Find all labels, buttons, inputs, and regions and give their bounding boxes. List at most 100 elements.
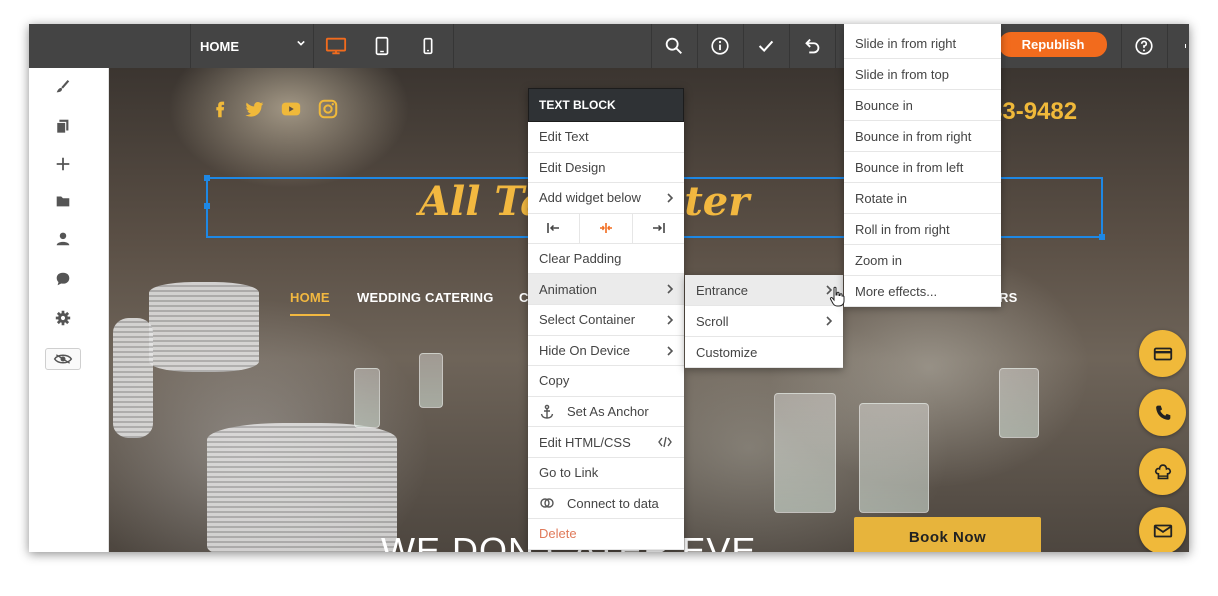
folder-icon <box>56 196 70 207</box>
menu-item-label: Select Container <box>539 312 636 328</box>
code-icon <box>658 437 672 448</box>
desktop-icon <box>325 37 347 55</box>
card-icon <box>1153 347 1172 360</box>
animation-submenu: Entrance Scroll Customize <box>685 275 843 368</box>
email-fab[interactable] <box>1139 507 1186 552</box>
effect-more-effects[interactable]: More effects... <box>844 276 1001 307</box>
submenu-item-entrance[interactable]: Entrance <box>685 275 843 306</box>
facebook-icon <box>216 101 225 118</box>
menu-item-label: Edit HTML/CSS <box>539 434 631 450</box>
instagram-icon <box>318 99 338 119</box>
menu-item-clear-padding[interactable]: Clear Padding <box>528 244 684 275</box>
menu-item-animation[interactable]: Animation <box>528 274 684 305</box>
settings-icon <box>55 310 71 326</box>
users-button[interactable] <box>53 229 73 249</box>
effect-slide-in-from-top[interactable]: Slide in from top <box>844 59 1001 90</box>
menu-item-edit-html-css[interactable]: Edit HTML/CSS <box>528 427 684 458</box>
top-toolbar: HOME Republish <box>29 24 1189 68</box>
settings-button[interactable] <box>53 308 73 328</box>
info-icon <box>711 37 729 55</box>
chat-icon <box>56 272 70 286</box>
hand-cursor-icon <box>829 286 845 307</box>
twitter-icon <box>245 101 264 117</box>
content-library-button[interactable] <box>53 191 73 211</box>
menu-item-edit-text[interactable]: Edit Text <box>528 122 684 153</box>
left-sidebar <box>29 68 109 552</box>
menu-item-edit-design[interactable]: Edit Design <box>528 153 684 184</box>
chef-hat-icon <box>1154 463 1171 479</box>
submenu-item-customize[interactable]: Customize <box>685 337 843 368</box>
align-center-icon <box>599 223 612 234</box>
menu-item-add-widget-below[interactable]: Add widget below <box>528 183 684 214</box>
submenu-item-label: Scroll <box>696 313 729 329</box>
menu-item-connect-to-data[interactable]: Connect to data <box>528 489 684 520</box>
alignment-row <box>528 213 684 244</box>
chevron-right-icon <box>667 315 674 325</box>
align-right-icon <box>653 223 666 234</box>
mail-icon <box>1153 524 1172 537</box>
align-left-icon <box>546 223 559 234</box>
nav-item-last[interactable]: RS <box>999 290 1017 305</box>
undo-button[interactable] <box>789 24 835 68</box>
menu-item-label: Hide On Device <box>539 342 631 358</box>
pages-icon <box>56 119 69 134</box>
nav-wedding-catering[interactable]: WEDDING CATERING <box>357 290 494 305</box>
phone-icon <box>1155 405 1170 420</box>
link-data-icon <box>540 498 554 509</box>
chevron-right-icon <box>826 316 833 326</box>
search-icon <box>665 37 682 54</box>
design-tool-button[interactable] <box>53 77 73 97</box>
nav-active-underline <box>290 314 330 316</box>
republish-label: Republish <box>1021 37 1085 52</box>
youtube-link[interactable] <box>280 98 302 120</box>
effect-bounce-in[interactable]: Bounce in <box>844 90 1001 121</box>
menu-item-select-container[interactable]: Select Container <box>528 305 684 336</box>
effect-roll-in-from-right[interactable]: Roll in from right <box>844 214 1001 245</box>
payment-fab[interactable] <box>1139 330 1186 377</box>
comments-button[interactable] <box>53 269 73 289</box>
facebook-link[interactable] <box>209 98 231 120</box>
pages-button[interactable] <box>53 116 73 136</box>
info-button[interactable] <box>697 24 743 68</box>
user-icon <box>56 232 70 246</box>
menu-item-label: Animation <box>539 281 597 297</box>
mobile-view-button[interactable] <box>405 24 451 68</box>
menu-item-delete[interactable]: Delete <box>528 519 684 550</box>
more-icon <box>1185 44 1186 48</box>
menu-item-hide-on-device[interactable]: Hide On Device <box>528 336 684 367</box>
preview-button[interactable] <box>45 348 81 370</box>
effect-rotate-in[interactable]: Rotate in <box>844 183 1001 214</box>
menu-item-label: Set As Anchor <box>567 404 649 420</box>
align-center-button[interactable] <box>580 213 633 243</box>
effect-zoom-in[interactable]: Zoom in <box>844 245 1001 276</box>
save-check-button[interactable] <box>743 24 789 68</box>
align-left-button[interactable] <box>528 213 581 243</box>
menu-fab[interactable] <box>1139 448 1186 495</box>
add-widget-button[interactable] <box>53 154 73 174</box>
help-button[interactable] <box>1121 24 1167 68</box>
twitter-link[interactable] <box>244 98 266 120</box>
menu-item-set-as-anchor[interactable]: Set As Anchor <box>528 397 684 428</box>
tablet-view-button[interactable] <box>359 24 405 68</box>
effect-bounce-in-from-right[interactable]: Bounce in from right <box>844 121 1001 152</box>
desktop-view-button[interactable] <box>313 24 359 68</box>
search-button[interactable] <box>651 24 697 68</box>
call-fab[interactable] <box>1139 389 1186 436</box>
add-icon <box>56 157 70 171</box>
book-now-button[interactable]: Book Now <box>854 517 1041 552</box>
submenu-item-scroll[interactable]: Scroll <box>685 306 843 337</box>
phone-number[interactable]: 33-9482 <box>989 98 1077 126</box>
effect-slide-in-from-right[interactable]: Slide in from right <box>844 28 1001 59</box>
menu-item-copy[interactable]: Copy <box>528 366 684 397</box>
effect-bounce-in-from-left[interactable]: Bounce in from left <box>844 152 1001 183</box>
nav-home[interactable]: HOME <box>290 290 330 305</box>
youtube-icon <box>281 102 301 116</box>
page-selector-label: HOME <box>200 38 239 54</box>
instagram-link[interactable] <box>317 98 339 120</box>
republish-button[interactable]: Republish <box>999 32 1107 57</box>
align-right-button[interactable] <box>633 214 684 243</box>
page-selector[interactable]: HOME <box>191 24 313 68</box>
menu-item-go-to-link[interactable]: Go to Link <box>528 458 684 489</box>
context-menu-header: TEXT BLOCK <box>528 88 684 122</box>
more-button[interactable] <box>1167 24 1189 68</box>
